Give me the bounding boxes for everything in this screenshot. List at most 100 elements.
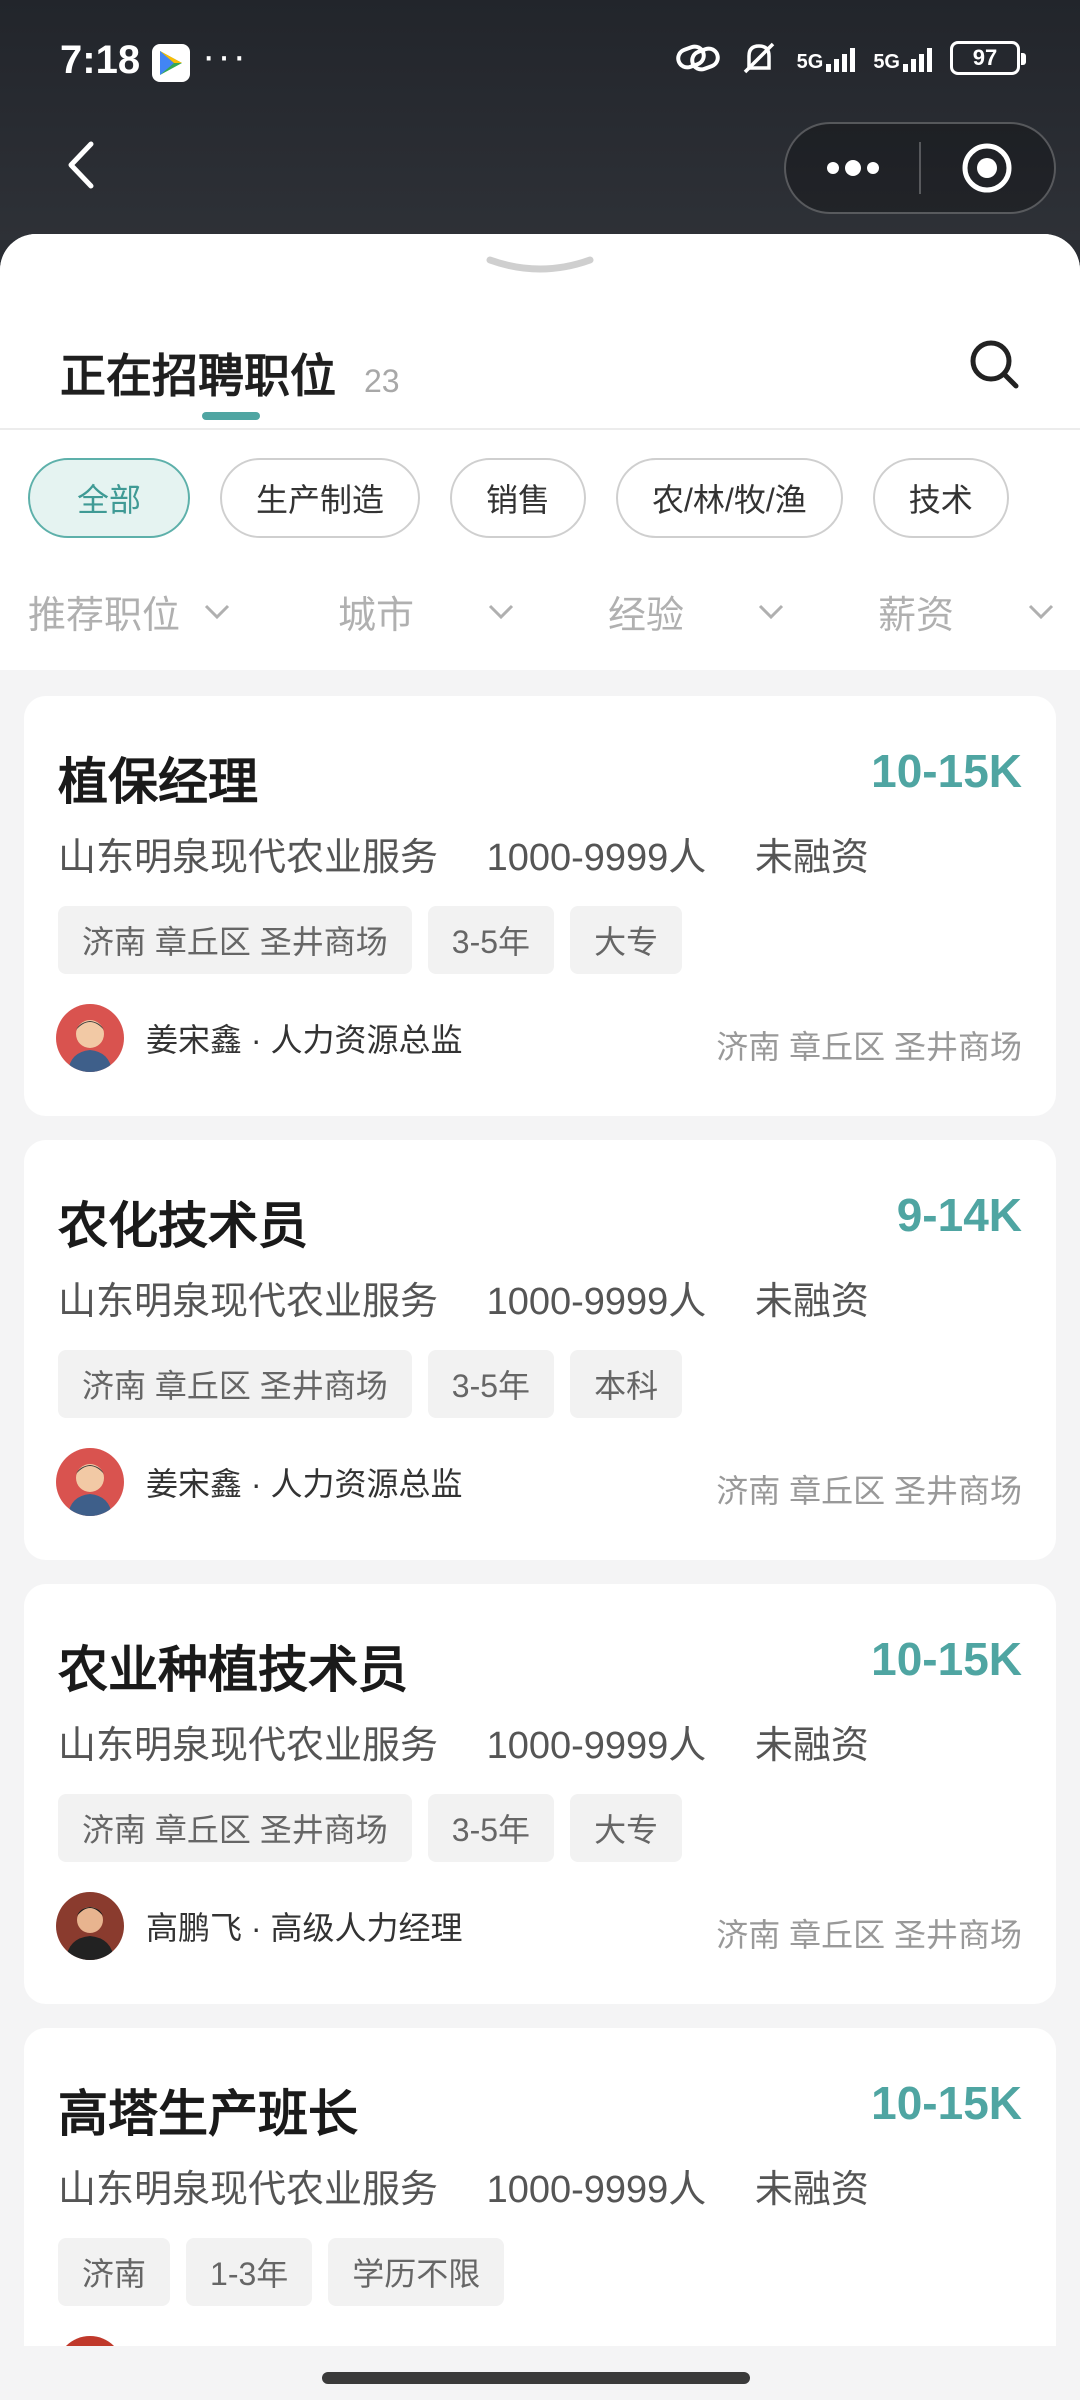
tag-experience: 3-5年 [427,1794,555,1862]
recruiter: 高鹏飞 · 高级人力经理 [56,1892,462,1960]
company-info: 山东明泉现代农业服务 1000-9999人 未融资 [58,1270,907,1325]
company-funding: 未融资 [754,2169,869,2211]
avatar [56,1448,124,1516]
recruiter-name: 高鹏飞 · 高级人力经理 [146,1910,463,1946]
company-size: 1000-9999人 [486,1281,707,1323]
chevron-down-icon [1028,604,1054,619]
signal-2: 5G [873,44,932,72]
notification-dots: ··· [202,34,248,78]
job-tags: 济南 章丘区 圣井商场 3-5年 大专 [58,1794,683,1862]
company-name: 山东明泉现代农业服务 [58,1725,439,1767]
home-indicator[interactable] [322,2372,750,2384]
job-tags: 济南 章丘区 圣井商场 3-5年 本科 [58,1350,683,1418]
tag-experience: 1-3年 [186,2238,313,2306]
filter-bar: 推荐职位 城市 经验 薪资 [28,584,1068,639]
company-info: 山东明泉现代农业服务 1000-9999人 未融资 [58,2158,907,2213]
filter-city[interactable]: 城市 [338,584,608,639]
close-program-button[interactable] [921,124,1054,212]
top-bar: 7:18 ··· 5G 5G 97 [0,0,1080,240]
chevron-down-icon [758,604,784,619]
job-count: 23 [364,363,400,399]
job-tags: 济南 章丘区 圣井商场 3-5年 大专 [58,906,683,974]
play-store-icon [152,44,190,82]
network-type-1: 5G [796,51,824,73]
job-location: 济南 章丘区 圣井商场 [716,1029,1022,1065]
jobs-sheet: 正在招聘职位 23 全部 生产制造 销售 农/林/牧/渔 技术 推荐职位 城市 [0,234,1080,2400]
network-type-2: 5G [873,51,900,73]
company-funding: 未融资 [754,1725,869,1767]
company-funding: 未融资 [754,837,869,879]
tag-education: 大专 [570,1794,683,1862]
header-divider [0,428,1080,430]
tag-education: 大专 [570,906,683,974]
search-icon [970,340,1019,389]
job-salary: 9-14K [896,1189,1022,1241]
chip-all[interactable]: 全部 [28,458,190,538]
sheet-header: 正在招聘职位 23 全部 生产制造 销售 农/林/牧/渔 技术 推荐职位 城市 [0,234,1080,670]
status-bar: 7:18 ··· 5G 5G 97 [0,0,1080,120]
category-chips: 全部 生产制造 销售 农/林/牧/渔 技术 [28,458,1009,538]
avatar [56,1004,124,1072]
recruiter: 姜宋鑫 · 人力资源总监 [56,1448,462,1516]
chevron-down-icon [488,604,514,619]
filter-recommended[interactable]: 推荐职位 [28,584,338,639]
job-salary: 10-15K [871,745,1022,797]
job-title: 高塔生产班长 [58,2086,358,2142]
recruiter-name: 姜宋鑫 · 人力资源总监 [146,1022,463,1058]
job-card[interactable]: 农业种植技术员 10-15K 山东明泉现代农业服务 1000-9999人 未融资… [24,1584,1056,2004]
chip-tech[interactable]: 技术 [872,458,1009,538]
signal-1: 5G [797,44,856,72]
job-list: 植保经理 10-15K 山东明泉现代农业服务 1000-9999人 未融资 济南… [24,696,1056,2400]
company-size: 1000-9999人 [486,2169,707,2211]
chip-manufacturing[interactable]: 生产制造 [220,458,421,538]
tag-education: 本科 [570,1350,683,1418]
job-title: 植保经理 [58,754,258,810]
mute-icon [743,42,774,74]
company-size: 1000-9999人 [486,837,707,879]
company-funding: 未融资 [754,1281,869,1323]
tag-experience: 3-5年 [427,906,555,974]
filter-label: 城市 [338,595,415,637]
recruiter: 姜宋鑫 · 人力资源总监 [56,1004,462,1072]
chip-sales[interactable]: 销售 [450,458,587,538]
tag-location: 济南 章丘区 圣井商场 [58,1350,412,1418]
back-arrow-icon [68,141,94,189]
back-button[interactable] [50,130,110,200]
tag-location: 济南 [58,2238,171,2306]
chip-agriculture[interactable]: 农/林/牧/渔 [616,458,843,538]
filter-salary[interactable]: 薪资 [878,584,1068,639]
collapse-handle-icon[interactable] [486,254,594,278]
more-button[interactable] [786,124,919,212]
job-card[interactable]: 农化技术员 9-14K 山东明泉现代农业服务 1000-9999人 未融资 济南… [24,1140,1056,1560]
company-name: 山东明泉现代农业服务 [58,837,439,879]
job-salary: 10-15K [871,1633,1022,1685]
tag-education: 学历不限 [328,2238,505,2306]
page-title: 正在招聘职位 [60,350,336,402]
mini-program-capsule [784,122,1056,214]
job-tags: 济南 1-3年 学历不限 [58,2238,505,2306]
status-time: 7:18 [60,38,141,82]
status-right: 5G 5G 97 [675,38,1026,78]
job-salary: 10-15K [871,2077,1022,2129]
chevron-down-icon [204,604,230,619]
more-dots-icon [826,160,879,176]
title-row: 正在招聘职位 23 [60,340,400,406]
search-button[interactable] [964,334,1024,394]
company-size: 1000-9999人 [486,1725,707,1767]
company-info: 山东明泉现代农业服务 1000-9999人 未融资 [58,826,907,881]
job-location: 济南 章丘区 圣井商场 [716,1917,1022,1953]
tag-location: 济南 章丘区 圣井商场 [58,1794,412,1862]
link-icon [675,44,720,72]
recruiter-name: 姜宋鑫 · 人力资源总监 [146,1466,463,1502]
job-title: 农化技术员 [58,1198,308,1254]
filter-label: 经验 [608,595,685,637]
job-title: 农业种植技术员 [58,1642,408,1698]
filter-label: 推荐职位 [28,595,181,637]
target-icon [962,143,1012,193]
filter-label: 薪资 [878,595,955,637]
tag-location: 济南 章丘区 圣井商场 [58,906,412,974]
job-card[interactable]: 高塔生产班长 10-15K 山东明泉现代农业服务 1000-9999人 未融资 … [24,2028,1056,2400]
filter-experience[interactable]: 经验 [608,584,878,639]
tag-experience: 3-5年 [427,1350,555,1418]
job-card[interactable]: 植保经理 10-15K 山东明泉现代农业服务 1000-9999人 未融资 济南… [24,696,1056,1116]
